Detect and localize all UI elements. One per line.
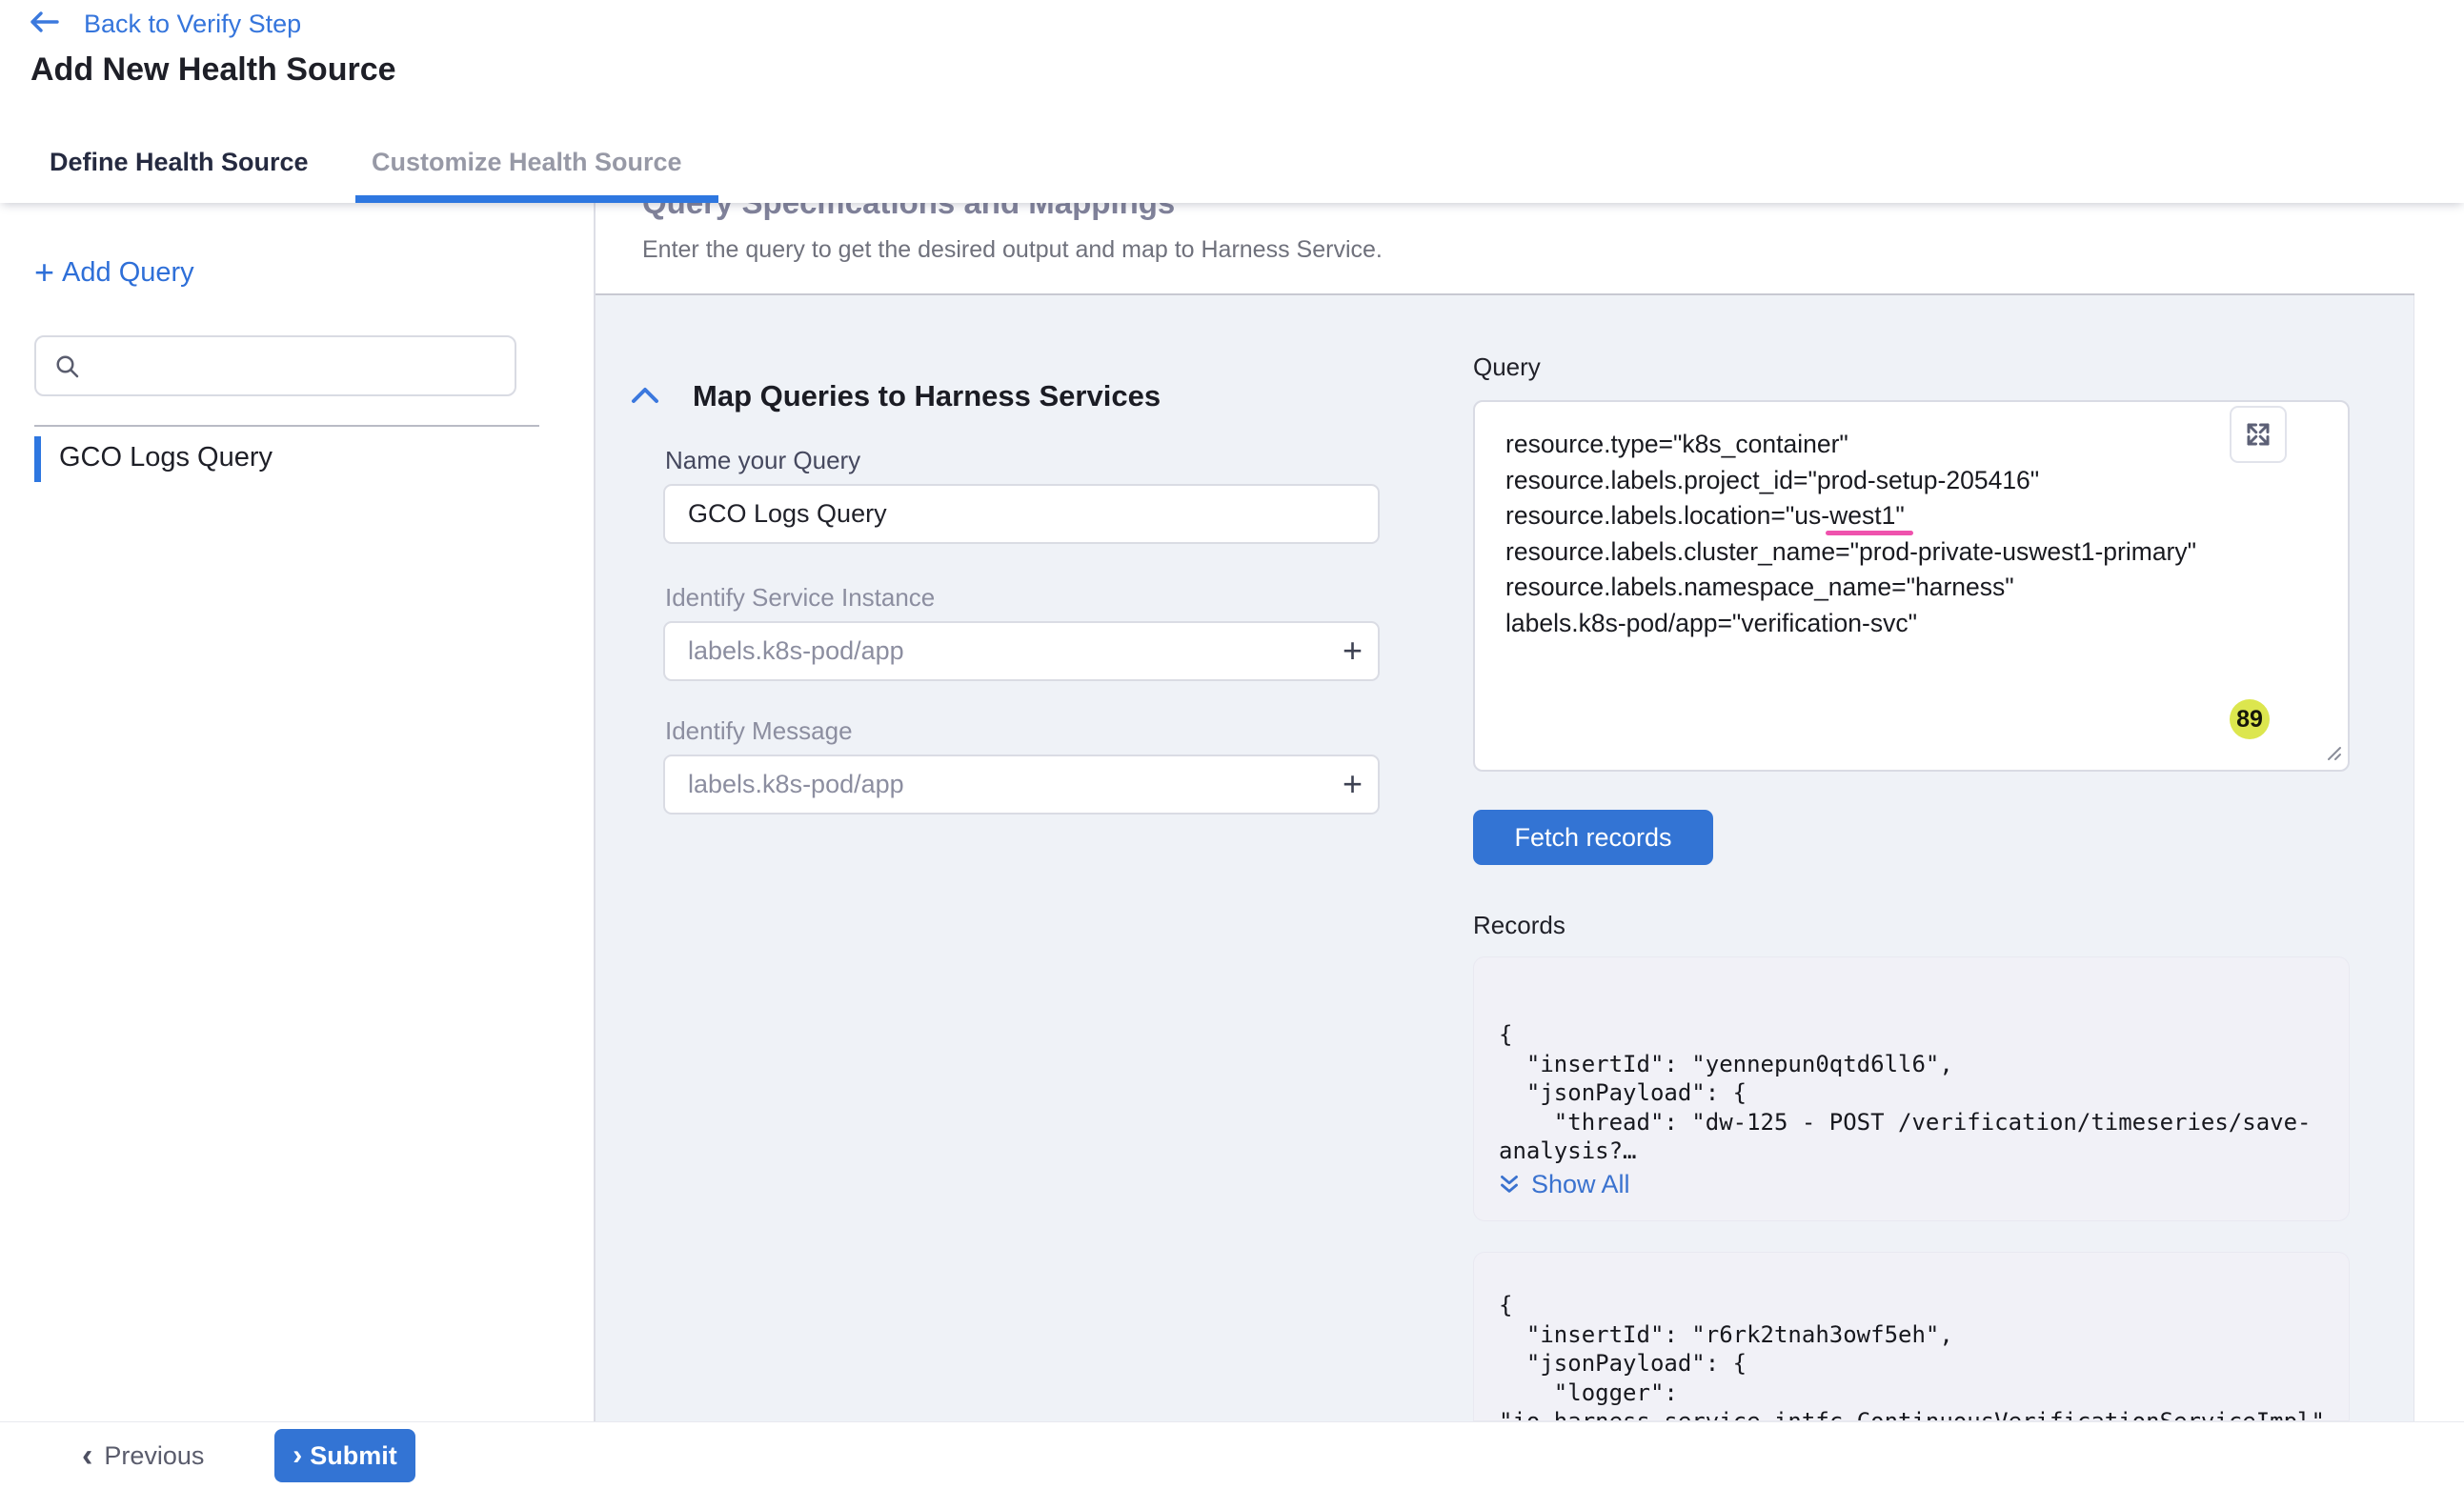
- health-source-tabbar: Define Health Source Customize Health So…: [0, 124, 2464, 203]
- add-query-label: Add Query: [62, 257, 194, 289]
- show-all-link[interactable]: Show All: [1497, 1170, 1630, 1199]
- text-line: resource.labels.project_id="prod-setup-2…: [1505, 463, 2321, 499]
- identify-service-instance-input[interactable]: [688, 627, 1317, 675]
- identify-message-label: Identify Message: [665, 716, 853, 746]
- sidebar-item-gco-logs-query[interactable]: GCO Logs Query: [34, 434, 530, 484]
- identify-message-field: +: [663, 755, 1380, 815]
- text-line: {: [1499, 1291, 2325, 1320]
- name-query-input[interactable]: [688, 490, 1317, 538]
- text-line: {: [1499, 1020, 2312, 1050]
- back-to-verify-link[interactable]: Back to Verify Step: [29, 10, 301, 39]
- page-title: Add New Health Source: [30, 51, 396, 89]
- back-arrow-icon: [29, 10, 59, 38]
- add-message-path-icon[interactable]: +: [1343, 764, 1363, 804]
- submit-label: Submit: [310, 1441, 397, 1471]
- add-query-button[interactable]: + Add Query: [34, 255, 194, 290]
- expand-query-button[interactable]: [2230, 406, 2287, 463]
- spellcheck-underline: [1826, 531, 1913, 535]
- expand-icon: [2244, 420, 2272, 449]
- search-icon: [53, 352, 82, 381]
- identify-message-input[interactable]: [688, 760, 1317, 809]
- tab-define-health-source[interactable]: Define Health Source: [50, 124, 309, 203]
- section-subtitle: Enter the query to get the desired outpu…: [642, 236, 1383, 264]
- grammar-score-badge[interactable]: 89: [2230, 699, 2270, 739]
- text-line: "thread": "dw-125 - POST /verification/t…: [1499, 1108, 2312, 1137]
- text-line: "insertId": "r6rk2tnah3owf5eh",: [1499, 1320, 2325, 1350]
- query-search-box: [34, 335, 516, 396]
- previous-label: Previous: [104, 1441, 204, 1471]
- record-card-2: { "insertId": "r6rk2tnah3owf5eh", "jsonP…: [1473, 1252, 2350, 1421]
- active-item-bar: [34, 436, 41, 482]
- query-label: Query: [1473, 352, 1541, 382]
- query-search-input[interactable]: [91, 341, 501, 391]
- text-line: labels.k8s-pod/app="verification-svc": [1505, 606, 2321, 642]
- chevron-right-icon: ›: [293, 1441, 302, 1470]
- map-queries-heading: Map Queries to Harness Services: [693, 379, 1161, 413]
- record-card-1: { "insertId": "yennepun0qtd6ll6", "jsonP…: [1473, 956, 2350, 1221]
- show-all-label: Show All: [1531, 1170, 1630, 1199]
- query-item-label: GCO Logs Query: [59, 442, 273, 473]
- query-textarea[interactable]: resource.type="k8s_container"resource.la…: [1473, 400, 2350, 772]
- records-label: Records: [1473, 911, 1565, 940]
- identify-service-instance-field: +: [663, 621, 1380, 681]
- text-line: "jsonPayload": {: [1499, 1349, 2325, 1378]
- tab-customize-health-source[interactable]: Customize Health Source: [372, 124, 682, 203]
- text-line: "io.harness.service.intfc.ContinuousVeri…: [1499, 1407, 2325, 1421]
- name-query-field: [663, 484, 1380, 544]
- text-line: "insertId": "yennepun0qtd6ll6",: [1499, 1050, 2312, 1079]
- previous-button[interactable]: ‹ Previous: [82, 1422, 204, 1489]
- page-header: Back to Verify Step Add New Health Sourc…: [0, 0, 2464, 124]
- record-1-json: { "insertId": "yennepun0qtd6ll6", "jsonP…: [1499, 1020, 2312, 1166]
- text-line: "logger":: [1499, 1378, 2325, 1408]
- text-line: resource.labels.cluster_name="prod-priva…: [1505, 534, 2321, 571]
- back-link-label: Back to Verify Step: [84, 10, 301, 39]
- chevron-up-icon: [629, 383, 661, 410]
- active-tab-underline: [355, 195, 718, 203]
- collapse-section-button[interactable]: [629, 383, 661, 410]
- text-line: resource.labels.location="us-west1": [1505, 498, 2321, 534]
- record-2-json: { "insertId": "r6rk2tnah3owf5eh", "jsonP…: [1499, 1291, 2325, 1421]
- identify-service-instance-label: Identify Service Instance: [665, 583, 935, 613]
- add-service-instance-path-icon[interactable]: +: [1343, 631, 1363, 671]
- fetch-records-button[interactable]: Fetch records: [1473, 810, 1713, 865]
- submit-button[interactable]: › Submit: [274, 1429, 415, 1482]
- chevron-left-icon: ‹: [82, 1439, 92, 1472]
- resize-handle-icon[interactable]: [2319, 738, 2344, 768]
- text-line: resource.type="k8s_container": [1505, 427, 2321, 463]
- text-line: resource.labels.namespace_name="harness": [1505, 570, 2321, 606]
- footer-bar: ‹ Previous › Submit: [0, 1421, 2464, 1488]
- text-line: analysis?…: [1499, 1137, 2312, 1166]
- name-query-label: Name your Query: [665, 446, 860, 475]
- double-chevron-down-icon: [1497, 1172, 1522, 1198]
- sidebar-divider: [34, 425, 539, 427]
- query-text: resource.type="k8s_container"resource.la…: [1505, 427, 2321, 641]
- text-line: "jsonPayload": {: [1499, 1078, 2312, 1108]
- plus-icon: +: [34, 255, 54, 290]
